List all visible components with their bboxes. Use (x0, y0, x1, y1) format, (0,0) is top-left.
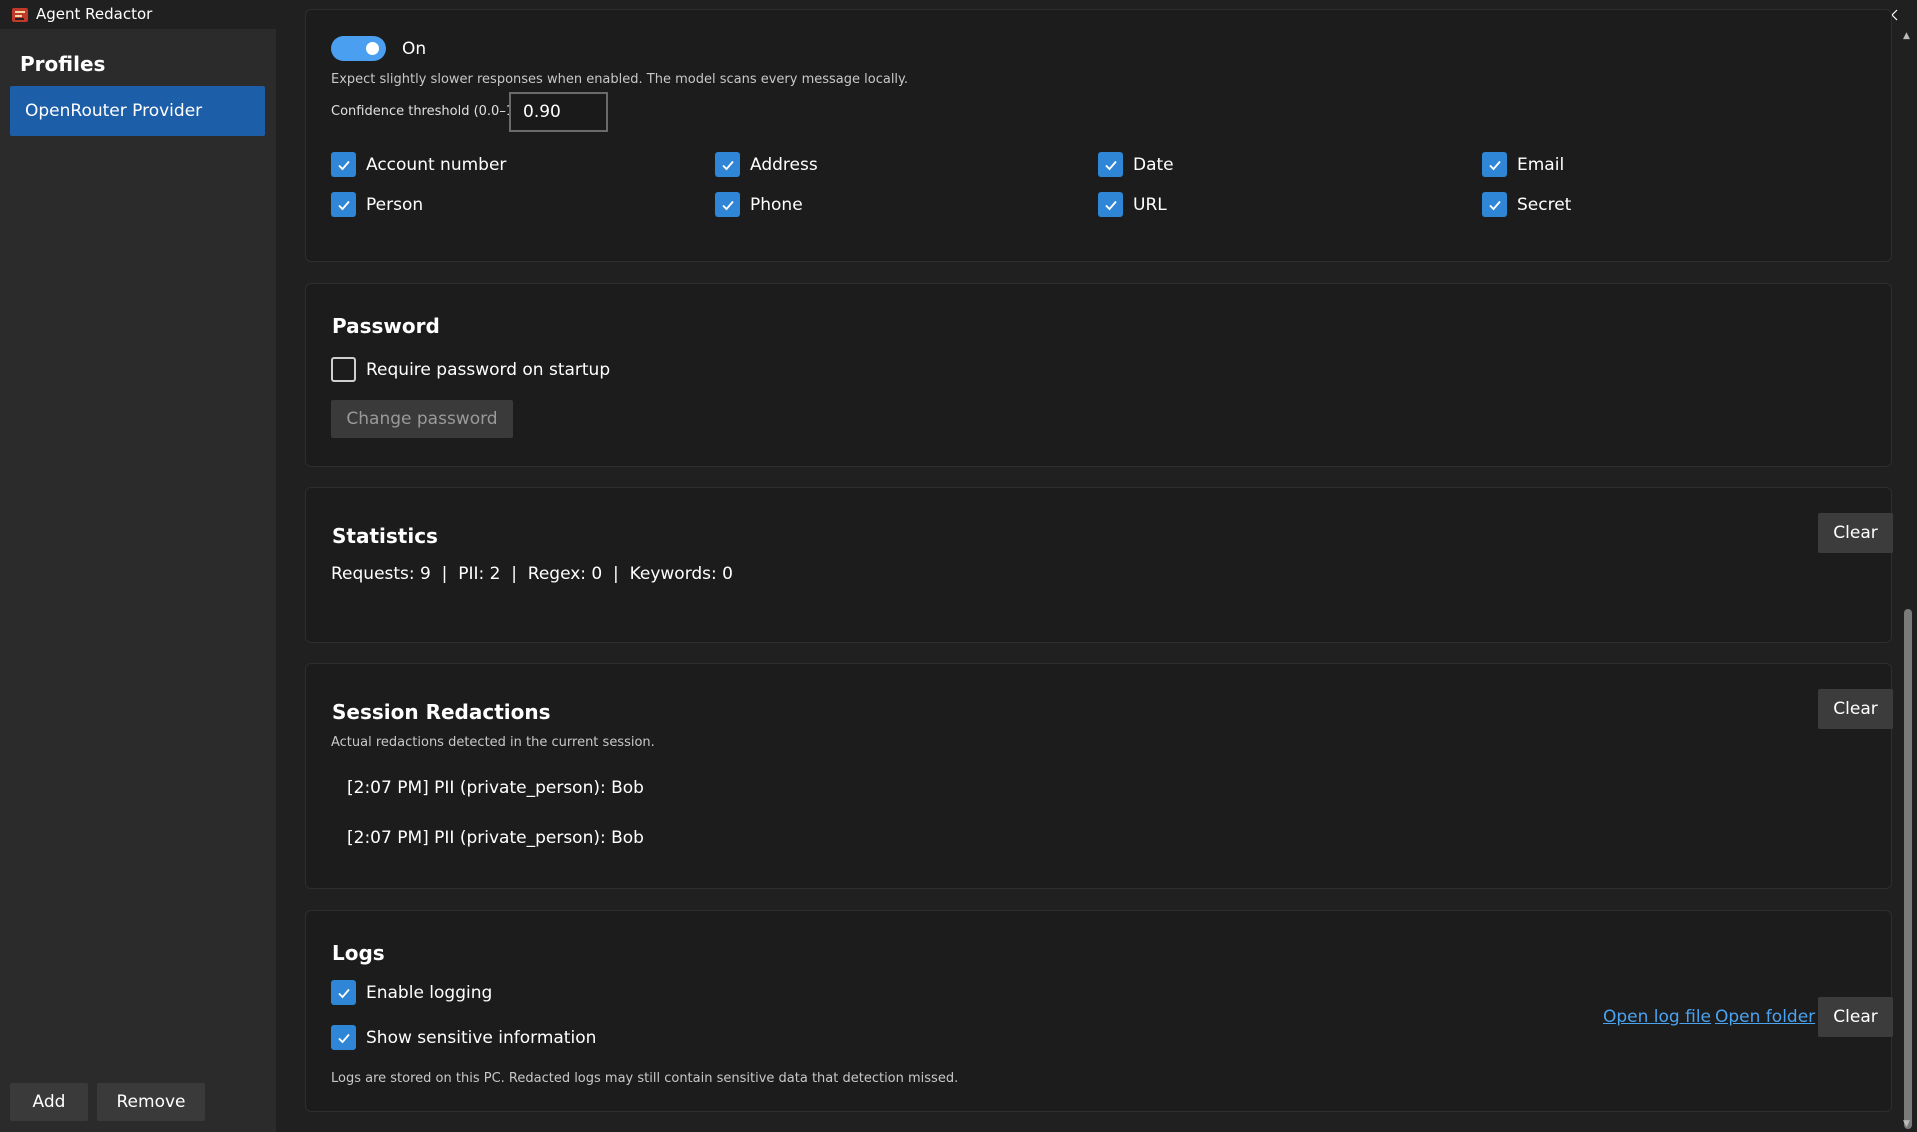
show-sensitive-label: Show sensitive information (366, 1027, 597, 1048)
password-card: Password Require password on startup Cha… (305, 283, 1892, 467)
checkbox-checked-icon (1482, 192, 1507, 217)
checkbox-checked-icon (1482, 152, 1507, 177)
threshold-label: Confidence threshold (0.0–1.0): (331, 104, 536, 119)
category-secret[interactable]: Secret (1482, 192, 1571, 217)
category-phone[interactable]: Phone (715, 192, 803, 217)
category-label: Address (750, 154, 818, 175)
checkbox-checked-icon (715, 152, 740, 177)
show-sensitive-checkbox[interactable]: Show sensitive information (331, 1025, 596, 1050)
profiles-sidebar: Profiles OpenRouter Provider Add Remove (0, 29, 276, 1132)
statistics-card: Statistics Requests: 9 | PII: 2 | Regex:… (305, 487, 1893, 643)
session-title: Session Redactions (332, 700, 551, 724)
open-folder-link[interactable]: Open folder (1715, 1007, 1815, 1027)
checkbox-checked-icon (715, 192, 740, 217)
profile-item-openrouter[interactable]: OpenRouter Provider (10, 86, 265, 136)
threshold-input[interactable]: 0.90 (509, 92, 608, 132)
category-date[interactable]: Date (1098, 152, 1174, 177)
checkbox-checked-icon (331, 980, 356, 1005)
checkbox-checked-icon (331, 152, 356, 177)
checkbox-checked-icon (1098, 192, 1123, 217)
enable-logging-checkbox[interactable]: Enable logging (331, 980, 492, 1005)
profile-item-label: OpenRouter Provider (25, 101, 203, 121)
clear-statistics-button[interactable]: Clear (1818, 513, 1893, 553)
statistics-title: Statistics (332, 524, 438, 548)
toggle-knob (366, 42, 379, 55)
list-item: [2:07 PM] PII (private_person): Bob (347, 778, 644, 798)
session-subtitle: Actual redactions detected in the curren… (331, 735, 655, 750)
require-password-checkbox[interactable]: Require password on startup (331, 357, 610, 382)
clear-session-button[interactable]: Clear (1818, 689, 1893, 729)
session-redactions-card: Session Redactions Actual redactions det… (305, 663, 1893, 889)
detection-card: On Expect slightly slower responses when… (305, 9, 1892, 262)
detection-toggle[interactable] (331, 36, 386, 61)
checkbox-unchecked-icon (331, 357, 356, 382)
toggle-state-label: On (402, 39, 427, 59)
window-title: Agent Redactor (36, 5, 153, 23)
vertical-scrollbar[interactable]: ▲ ▼ (1898, 29, 1917, 1132)
logs-title: Logs (332, 941, 385, 965)
require-password-label: Require password on startup (366, 359, 611, 380)
add-profile-button[interactable]: Add (10, 1083, 88, 1121)
category-person[interactable]: Person (331, 192, 423, 217)
category-email[interactable]: Email (1482, 152, 1564, 177)
category-label: Secret (1517, 194, 1572, 215)
list-item: [2:07 PM] PII (private_person): Bob (347, 828, 644, 848)
logs-note: Logs are stored on this PC. Redacted log… (331, 1071, 959, 1086)
checkbox-checked-icon (331, 192, 356, 217)
category-label: Account number (366, 154, 507, 175)
category-address[interactable]: Address (715, 152, 818, 177)
category-label: Email (1517, 154, 1565, 175)
clear-logs-button[interactable]: Clear (1818, 997, 1893, 1037)
category-label: Phone (750, 194, 803, 215)
logs-card: Logs Enable logging Show sensitive infor… (305, 910, 1893, 1112)
category-url[interactable]: URL (1098, 192, 1167, 217)
category-label: Date (1133, 154, 1174, 175)
scroll-up-icon[interactable]: ▲ (1903, 31, 1910, 41)
checkbox-checked-icon (331, 1025, 356, 1050)
detection-hint: Expect slightly slower responses when en… (331, 72, 909, 87)
settings-panel: On Expect slightly slower responses when… (276, 9, 1898, 1132)
category-label: Person (366, 194, 424, 215)
scroll-thumb[interactable] (1904, 609, 1912, 1129)
profiles-heading: Profiles (20, 52, 106, 76)
statistics-summary: Requests: 9 | PII: 2 | Regex: 0 | Keywor… (331, 564, 733, 584)
checkbox-checked-icon (1098, 152, 1123, 177)
app-logo-icon (12, 8, 28, 22)
category-account-number[interactable]: Account number (331, 152, 506, 177)
enable-logging-label: Enable logging (366, 982, 493, 1003)
open-log-file-link[interactable]: Open log file (1603, 1007, 1711, 1027)
password-title: Password (332, 314, 440, 338)
change-password-button[interactable]: Change password (331, 400, 513, 438)
category-label: URL (1133, 194, 1167, 215)
remove-profile-button[interactable]: Remove (97, 1083, 205, 1121)
scroll-down-icon[interactable]: ▼ (1903, 1119, 1910, 1129)
